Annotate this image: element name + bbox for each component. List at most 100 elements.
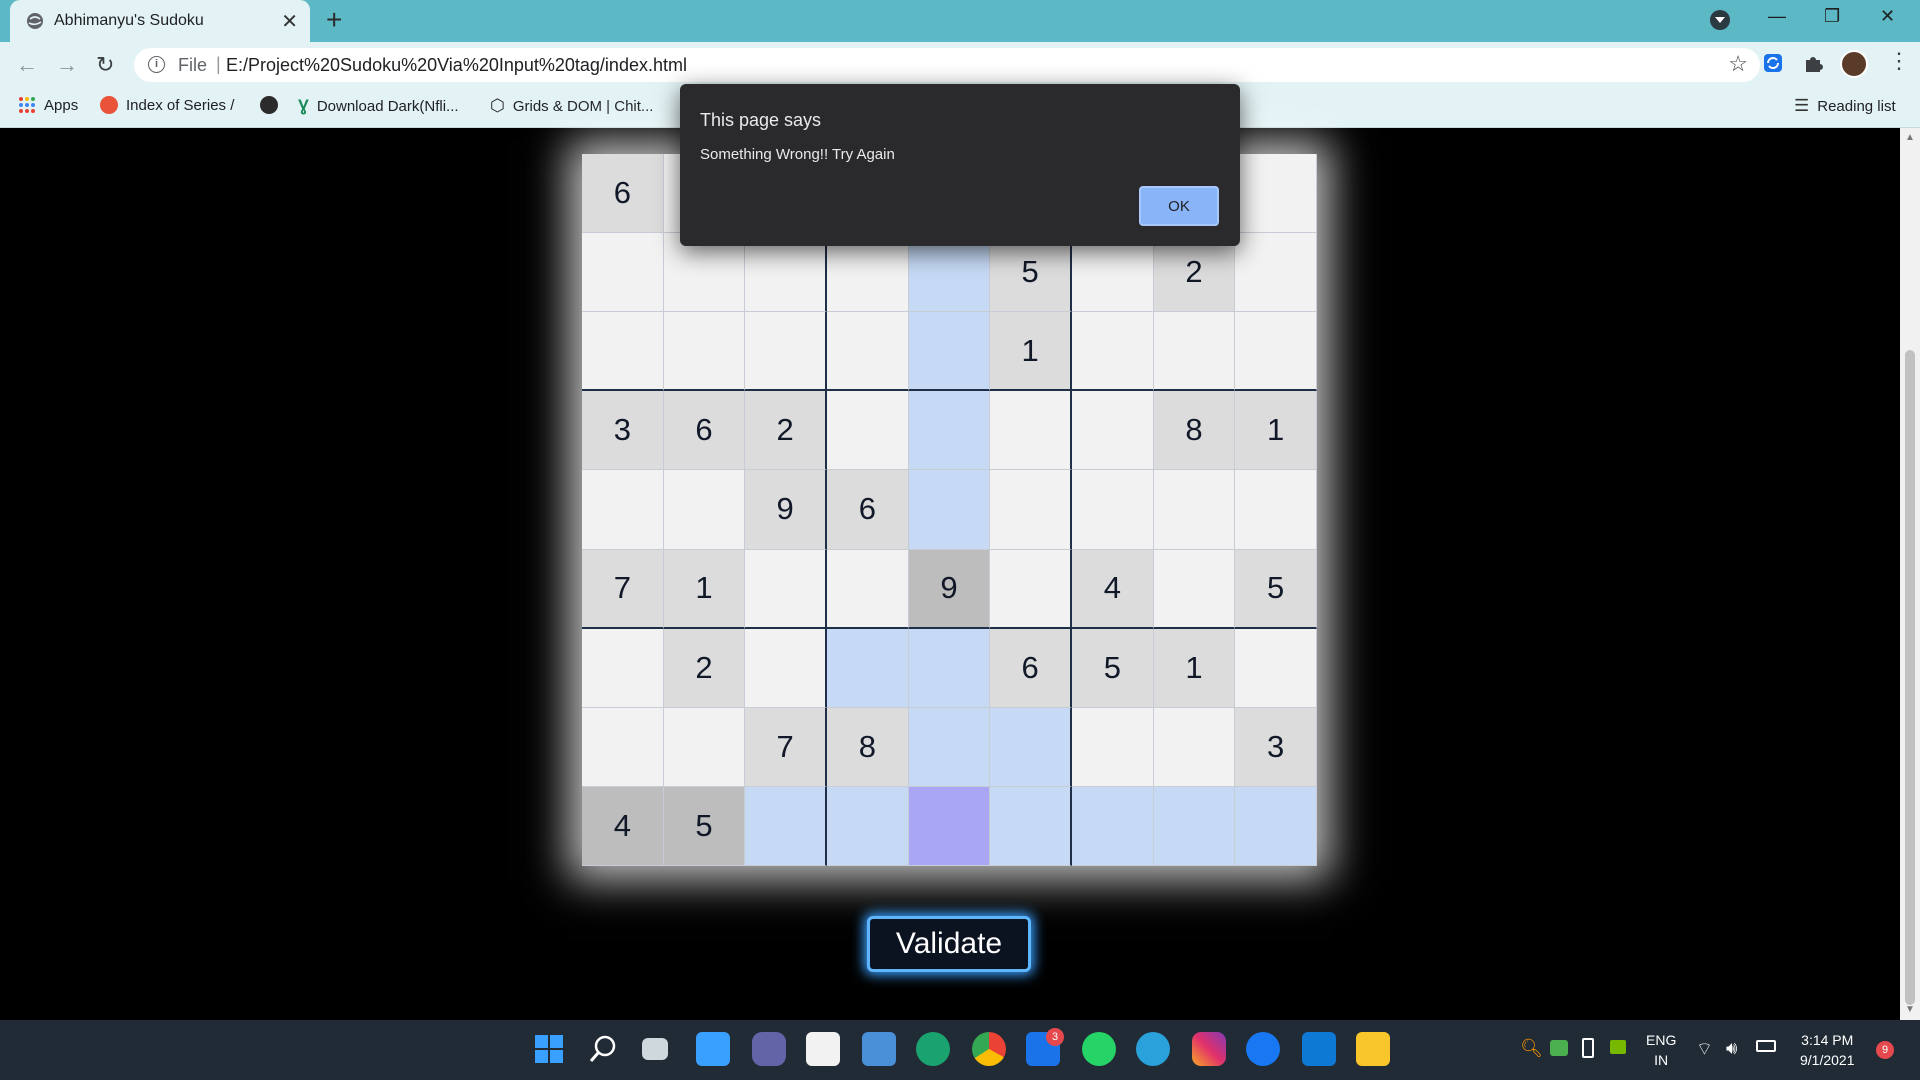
vscode-icon[interactable] xyxy=(1302,1032,1336,1066)
minimize-button[interactable]: — xyxy=(1768,6,1786,27)
bookmark-globe[interactable] xyxy=(260,96,278,114)
scroll-up-icon[interactable]: ▲ xyxy=(1905,132,1915,143)
bookmark-index-of-series[interactable]: Index of Series / xyxy=(100,96,234,114)
sudoku-cell[interactable] xyxy=(745,549,827,629)
sudoku-cell[interactable] xyxy=(1153,786,1236,866)
alert-ok-button[interactable]: OK xyxy=(1139,186,1219,226)
bookmark-download-dark[interactable]: Ɣ Download Dark(Nfli... xyxy=(298,96,459,116)
tab-active[interactable]: Abhimanyu's Sudoku ✕ xyxy=(10,0,310,42)
profile-avatar[interactable] xyxy=(1840,50,1868,78)
edge-icon[interactable] xyxy=(916,1032,950,1066)
sudoku-cell[interactable] xyxy=(582,470,664,550)
sudoku-cell[interactable]: 7 xyxy=(745,707,827,787)
sudoku-cell[interactable] xyxy=(1071,707,1154,787)
sudoku-cell[interactable] xyxy=(663,312,746,392)
sudoku-cell[interactable] xyxy=(1071,786,1154,866)
sudoku-cell[interactable] xyxy=(908,628,991,708)
reload-icon[interactable]: ↻ xyxy=(96,52,114,78)
instagram-icon[interactable] xyxy=(1192,1032,1226,1066)
file-explorer-icon[interactable] xyxy=(1356,1032,1390,1066)
sudoku-cell[interactable]: 2 xyxy=(745,391,827,471)
windows-start-icon[interactable] xyxy=(532,1032,566,1066)
bookmark-grids-dom[interactable]: ⬡ Grids & DOM | Chit... xyxy=(490,96,653,116)
sudoku-cell[interactable] xyxy=(745,786,827,866)
sudoku-cell[interactable]: 5 xyxy=(663,786,746,866)
sudoku-cell[interactable] xyxy=(826,628,909,708)
validate-button[interactable]: Validate xyxy=(867,916,1031,972)
battery-icon[interactable] xyxy=(1756,1040,1776,1052)
sudoku-cell[interactable] xyxy=(1235,154,1317,234)
sudoku-cell[interactable] xyxy=(1235,233,1317,313)
widgets-icon[interactable] xyxy=(696,1032,730,1066)
wifi-icon[interactable]: ⌔ xyxy=(1696,1038,1713,1061)
sudoku-cell[interactable] xyxy=(1235,786,1317,866)
volume-icon[interactable]: 🔊︎ xyxy=(1726,1038,1737,1059)
sudoku-cell[interactable] xyxy=(826,786,909,866)
task-view-icon[interactable] xyxy=(642,1038,668,1060)
sudoku-cell[interactable] xyxy=(1153,549,1236,629)
tab-close-icon[interactable]: ✕ xyxy=(281,9,298,34)
sudoku-cell[interactable] xyxy=(990,470,1072,550)
sudoku-cell[interactable]: 1 xyxy=(663,549,746,629)
sudoku-cell[interactable] xyxy=(908,391,991,471)
address-url[interactable]: E:/Project%20Sudoku%20Via%20Input%20tag/… xyxy=(226,55,687,76)
new-tab-button[interactable]: + xyxy=(326,4,342,36)
forward-arrow-icon[interactable]: → xyxy=(56,52,78,78)
sudoku-cell[interactable] xyxy=(1153,312,1236,392)
sudoku-cell[interactable]: 6 xyxy=(582,154,664,234)
sudoku-cell[interactable] xyxy=(990,707,1072,787)
sudoku-cell[interactable] xyxy=(908,312,991,392)
search-icon[interactable] xyxy=(586,1032,620,1066)
sudoku-cell[interactable] xyxy=(990,391,1072,471)
sudoku-cell[interactable] xyxy=(663,470,746,550)
sudoku-cell[interactable]: 7 xyxy=(582,549,664,629)
scrollbar[interactable]: ▲ ▼ xyxy=(1900,128,1920,1020)
sync-extension-icon[interactable] xyxy=(1762,52,1784,74)
sudoku-cell[interactable]: 6 xyxy=(990,628,1072,708)
language-indicator[interactable]: ENG IN xyxy=(1646,1032,1676,1068)
scroll-down-icon[interactable]: ▼ xyxy=(1905,1004,1915,1015)
clock[interactable]: 3:14 PM 9/1/2021 xyxy=(1800,1032,1855,1068)
sudoku-cell[interactable]: 2 xyxy=(663,628,746,708)
photos-icon[interactable] xyxy=(862,1032,896,1066)
sudoku-cell[interactable] xyxy=(745,312,827,392)
sudoku-cell[interactable] xyxy=(1071,391,1154,471)
reading-list-button[interactable]: ☰ Reading list xyxy=(1794,96,1896,116)
tab-search-icon[interactable] xyxy=(1710,10,1730,30)
sudoku-cell[interactable]: 1 xyxy=(1153,628,1236,708)
sudoku-cell[interactable] xyxy=(582,233,664,313)
telegram-icon[interactable] xyxy=(1136,1032,1170,1066)
extensions-puzzle-icon[interactable] xyxy=(1802,52,1824,74)
sudoku-cell[interactable] xyxy=(1153,707,1236,787)
sudoku-cell[interactable]: 3 xyxy=(582,391,664,471)
sudoku-cell[interactable]: 6 xyxy=(826,470,909,550)
sudoku-cell[interactable] xyxy=(1071,470,1154,550)
sudoku-cell[interactable]: 6 xyxy=(663,391,746,471)
sudoku-cell[interactable]: 5 xyxy=(1235,549,1317,629)
sudoku-cell[interactable] xyxy=(826,549,909,629)
bookmark-star-icon[interactable]: ☆ xyxy=(1728,51,1748,77)
scrollbar-thumb[interactable] xyxy=(1905,350,1915,1005)
sudoku-cell[interactable] xyxy=(582,628,664,708)
sudoku-cell[interactable]: 8 xyxy=(826,707,909,787)
address-bar[interactable]: i File | E:/Project%20Sudoku%20Via%20Inp… xyxy=(134,48,1760,82)
sudoku-cell[interactable] xyxy=(663,707,746,787)
site-info-icon[interactable]: i xyxy=(148,56,165,73)
facebook-icon[interactable] xyxy=(1246,1032,1280,1066)
restore-button[interactable]: ❐ xyxy=(1824,6,1840,27)
notification-badge[interactable]: 9 xyxy=(1876,1041,1894,1059)
sudoku-cell[interactable]: 1 xyxy=(1235,391,1317,471)
teams-chat-icon[interactable] xyxy=(752,1032,786,1066)
sudoku-cell[interactable] xyxy=(908,470,991,550)
whatsapp-icon[interactable] xyxy=(1082,1032,1116,1066)
sudoku-cell[interactable]: 4 xyxy=(1071,549,1154,629)
sudoku-cell[interactable]: 4 xyxy=(582,786,664,866)
sudoku-cell[interactable]: 5 xyxy=(1071,628,1154,708)
store-icon[interactable] xyxy=(806,1032,840,1066)
tray-usb-icon[interactable] xyxy=(1582,1038,1594,1058)
sudoku-cell[interactable]: 3 xyxy=(1235,707,1317,787)
sudoku-cell[interactable]: 9 xyxy=(745,470,827,550)
sudoku-cell[interactable] xyxy=(1071,312,1154,392)
sudoku-cell[interactable] xyxy=(908,786,991,866)
tray-app-icon[interactable] xyxy=(1550,1040,1568,1056)
